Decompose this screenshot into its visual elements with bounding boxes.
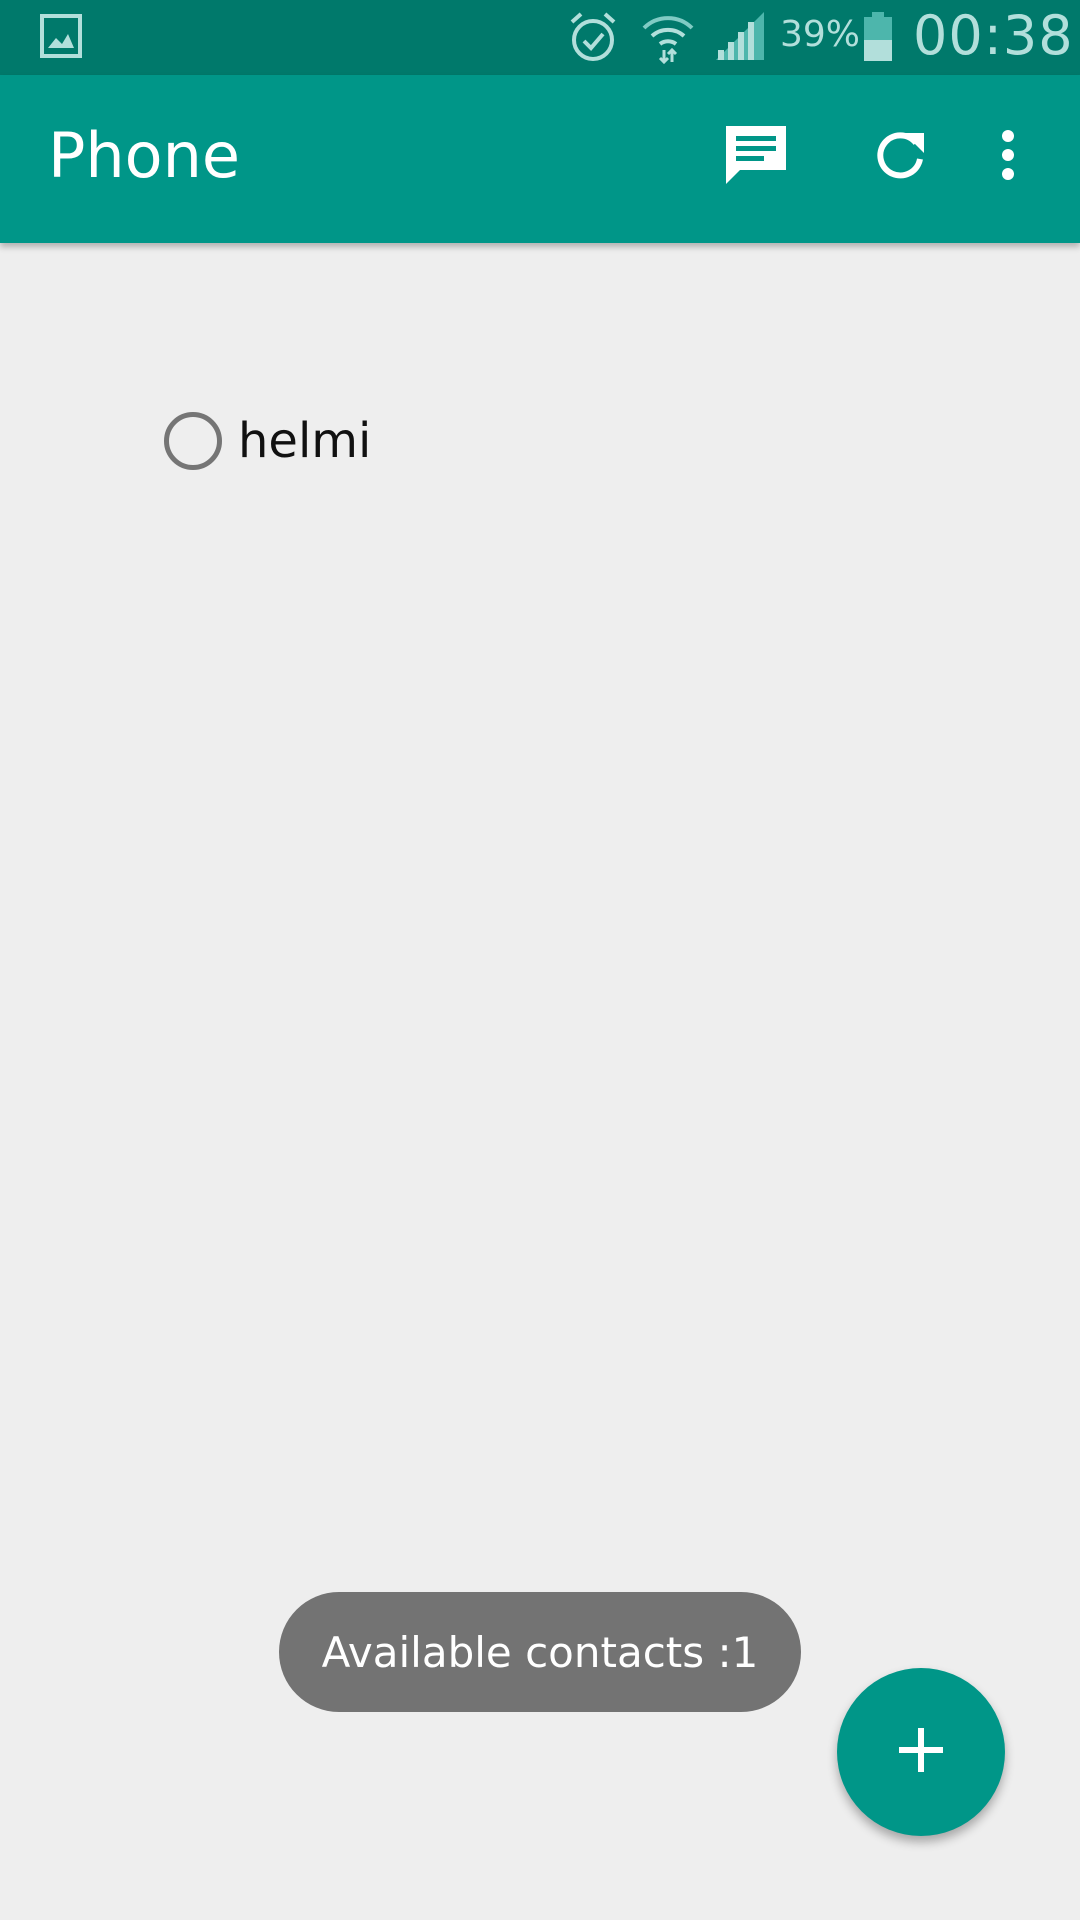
contact-list-item[interactable]: helmi	[164, 406, 371, 476]
refresh-button[interactable]	[860, 117, 940, 197]
more-vert-icon	[1000, 129, 1016, 185]
page-title: Phone	[48, 119, 241, 192]
contact-name: helmi	[238, 413, 372, 469]
alarm-icon	[566, 10, 620, 68]
add-contact-button[interactable]	[837, 1668, 1005, 1836]
refresh-icon	[872, 127, 928, 187]
add-icon	[897, 1726, 945, 1778]
message-icon	[724, 124, 788, 190]
app-bar: Phone	[0, 75, 1080, 243]
message-button[interactable]	[716, 117, 796, 197]
battery-percent: 39%	[780, 14, 861, 55]
gallery-icon	[40, 14, 82, 58]
wifi-icon	[640, 10, 696, 68]
battery-icon	[862, 12, 894, 66]
contact-radio-button[interactable]	[164, 412, 222, 470]
toast-message: Available contacts :1	[279, 1592, 801, 1712]
overflow-menu-button[interactable]	[968, 117, 1048, 197]
status-time: 00:38	[913, 4, 1074, 67]
status-bar: 39% 00:38	[0, 0, 1080, 75]
signal-icon	[714, 10, 766, 66]
